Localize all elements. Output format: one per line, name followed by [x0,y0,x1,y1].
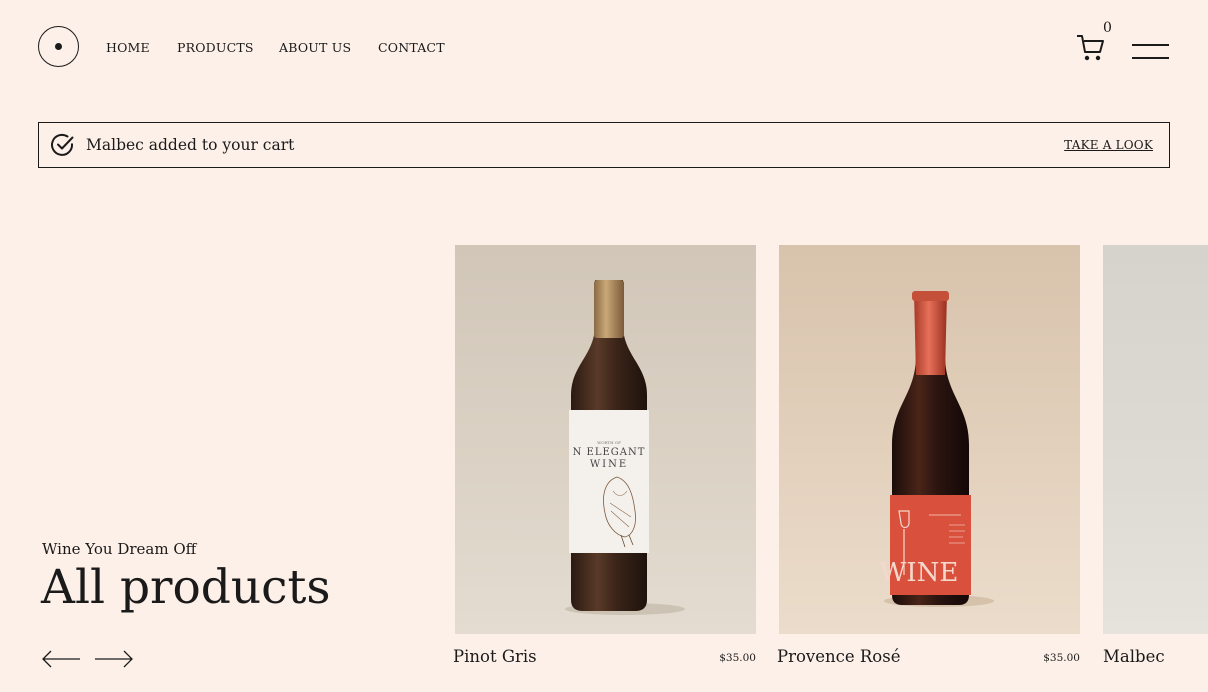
product-card-provence-rose[interactable]: WINE Provence Rosé $35.00 [777,245,1080,666]
take-a-look-link[interactable]: TAKE A LOOK [1064,138,1153,152]
cart-notification: Malbec added to your cart TAKE A LOOK [38,122,1170,168]
arrow-left-icon[interactable] [41,648,81,670]
product-card-pinot-gris[interactable]: WORTH OF N ELEGANT WINE Pinot Gris $35.0… [453,245,756,666]
product-name[interactable]: Malbec [1103,647,1165,666]
check-circle-icon [51,133,74,156]
product-image[interactable]: WINE [779,245,1080,634]
cart-icon[interactable] [1076,33,1106,63]
product-name[interactable]: Provence Rosé [777,647,900,666]
svg-text:N ELEGANT: N ELEGANT [573,447,646,458]
logo-icon[interactable] [38,26,79,67]
nav-contact[interactable]: CONTACT [378,40,445,55]
wine-bottle-image: WORTH OF N ELEGANT WINE [565,280,685,615]
svg-text:WINE: WINE [880,558,959,588]
tagline: Wine You Dream Off [42,540,197,558]
notification-message: Malbec added to your cart [86,136,295,154]
product-price: $35.00 [1043,652,1080,664]
product-name[interactable]: Pinot Gris [453,647,537,666]
nav-home[interactable]: HOME [106,40,150,55]
arrow-right-icon[interactable] [94,648,134,670]
product-price: $35.00 [719,652,756,664]
wine-bottle-image: WINE [880,291,994,607]
nav-products[interactable]: PRODUCTS [177,40,254,55]
menu-icon[interactable] [1132,44,1169,60]
product-card-malbec[interactable]: Malbec [1103,245,1208,666]
page-title: All products [41,560,331,615]
product-image[interactable]: WORTH OF N ELEGANT WINE [455,245,756,634]
svg-text:WINE: WINE [590,459,628,470]
cart-count-badge: 0 [1103,20,1112,36]
nav-about-us[interactable]: ABOUT US [279,40,351,55]
svg-text:WORTH OF: WORTH OF [597,440,621,445]
logo-dot [55,43,62,50]
product-image[interactable] [1103,245,1208,634]
